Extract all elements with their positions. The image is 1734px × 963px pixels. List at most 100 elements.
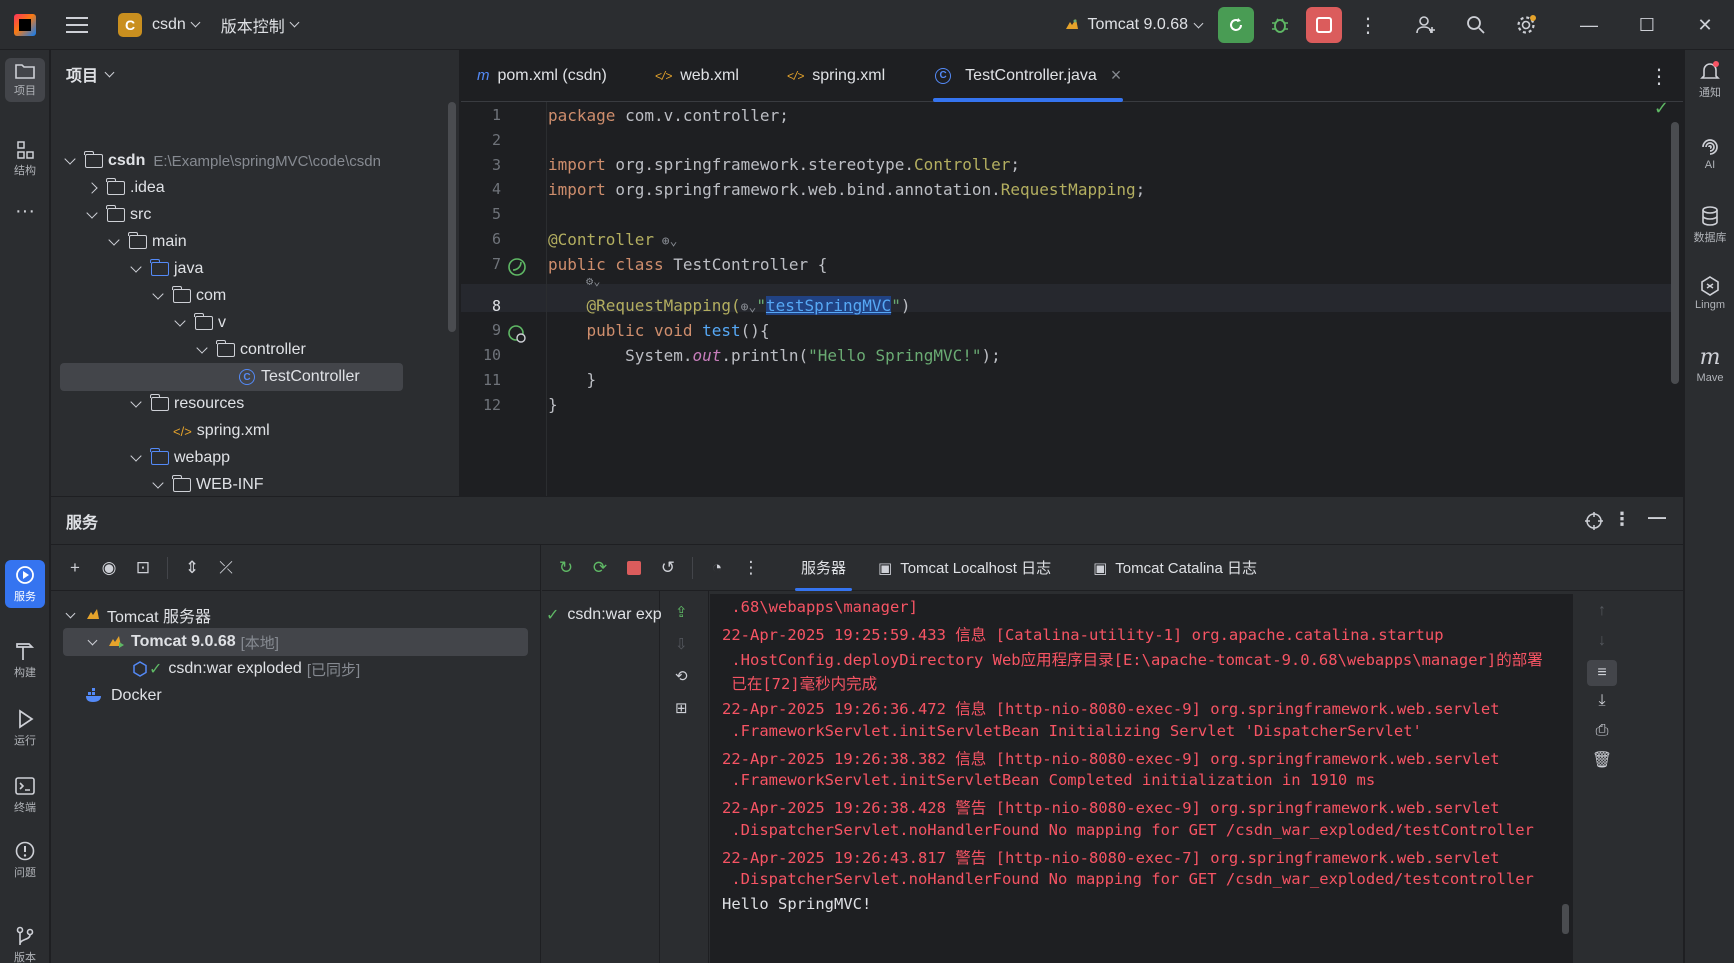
expand-arrow-icon[interactable] [63,608,77,618]
tool-structure[interactable]: 结构 [5,140,45,178]
search-button[interactable] [1458,7,1494,43]
tool-problems[interactable]: 问题 [5,840,45,880]
locate-icon[interactable] [1585,512,1603,530]
tool-services[interactable]: 服务 [5,560,45,608]
tree-node-v[interactable]: v [173,309,226,337]
tree-node-resources[interactable]: resources [129,390,244,418]
scroll-up-icon[interactable]: ↑ [1591,602,1613,620]
more-tools-icon[interactable]: ··· [5,200,45,223]
tool-project[interactable]: 项目 [5,58,45,102]
spring-bean-icon[interactable] [507,257,527,277]
expand-arrow-icon[interactable] [107,240,121,244]
expand-arrow-icon[interactable] [173,321,187,325]
console-tab-catalina-log[interactable]: ▣ Tomcat Catalina 日志 [1093,557,1257,578]
tree-node-src[interactable]: src [85,201,151,229]
restart-icon[interactable]: ↺ [658,558,678,578]
tool-maven[interactable]: m Mave [1690,345,1730,384]
console-tab-server[interactable]: 服务器 [787,545,860,591]
project-switcher[interactable]: csdn [152,16,201,34]
svc-node-tomcat-servers[interactable]: Tomcat 服务器 [63,601,211,629]
tree-node-web-inf[interactable]: WEB-INF [151,471,264,499]
console-scrollbar[interactable] [1562,904,1569,934]
rerun-server-icon[interactable]: ⟳ [590,558,610,578]
scroll-down-icon[interactable]: ↓ [1591,632,1613,650]
tree-node-com[interactable]: com [151,282,226,310]
print-icon[interactable]: ⎙ [1591,722,1613,740]
expand-arrow-icon[interactable] [151,483,165,487]
tree-node-testcontroller[interactable]: C TestController [239,363,360,391]
console-tab-localhost-log[interactable]: ▣ Tomcat Localhost 日志 [878,557,1051,578]
editor-scrollbar[interactable] [1671,122,1679,384]
svc-node-docker[interactable]: Docker [85,682,162,710]
deploy-icon[interactable]: ⇪ [675,603,688,621]
more-icon[interactable]: ⋮ [741,558,761,578]
refresh-icon[interactable]: ⟲ [675,667,688,685]
expand-all-icon[interactable]: ⇕ [182,558,202,578]
add-artifact-icon[interactable]: ⊞ [675,699,688,717]
tool-git[interactable]: 版本 [5,925,45,963]
main-menu-icon[interactable] [66,16,88,33]
svc-node-artifact[interactable]: ✓ csdn:war exploded [已同步] [131,655,360,683]
tool-run[interactable]: 运行 [5,708,45,748]
tool-build[interactable]: 构建 [5,640,45,680]
new-group-icon[interactable]: ⊡ [133,558,153,578]
tab-spring-xml[interactable]: </> spring.xml [771,50,901,102]
expand-arrow-icon[interactable] [195,348,209,352]
request-mapping-icon[interactable] [507,324,527,344]
inlay-hint-icon[interactable]: ⚙⌄ [586,274,600,288]
hide-panel-icon[interactable]: — [1648,507,1666,528]
expand-arrow-icon[interactable] [85,213,99,217]
vcs-menu[interactable]: 版本控制 [221,13,300,37]
console-output[interactable]: .68\webapps\manager] 22-Apr-2025 19:25:5… [710,594,1573,963]
debug-button[interactable] [1262,7,1298,43]
close-window-button[interactable]: ✕ [1676,0,1734,50]
tool-database[interactable]: 数据库 [1690,205,1730,245]
run-config-selector[interactable]: Tomcat 9.0.68 [1063,16,1204,34]
settings-button[interactable] [1508,7,1544,43]
project-panel-header[interactable]: 项目 [51,50,459,98]
tree-node-spring-xml[interactable]: </> spring.xml [173,417,270,445]
tree-node-java[interactable]: java [129,255,203,283]
rerun-button[interactable] [1218,7,1254,43]
stop-server-icon[interactable] [624,558,644,578]
undeploy-icon[interactable]: ⇩ [675,635,688,653]
collapse-all-icon[interactable]: ⤫ [216,558,236,578]
clear-all-icon[interactable]: 🗑 [1591,750,1613,770]
expand-arrow-icon[interactable] [63,159,77,163]
tree-node-csdn[interactable]: csdn E:\Example\springMVC\code\csdn [63,147,381,175]
project-scrollbar[interactable] [448,102,456,332]
project-badge[interactable]: C [118,12,142,37]
expand-arrow-icon[interactable] [85,635,99,645]
add-service-icon[interactable]: + [65,558,85,578]
eye-icon[interactable]: ◉ [99,558,119,578]
panel-options-icon[interactable]: ⋮ [1613,509,1631,530]
update-app-icon[interactable]: ↻ [556,558,576,578]
soft-wrap-icon[interactable]: ≡ [1587,660,1617,686]
scroll-to-end-icon[interactable]: ⤓ [1591,692,1613,710]
svc-node-tomcat-9[interactable]: Tomcat 9.0.68 [本地] [85,628,279,656]
expand-arrow-icon[interactable] [129,267,143,271]
tool-lingma[interactable]: Lingm [1690,275,1730,311]
tree-node-controller[interactable]: controller [195,336,306,364]
collapse-arrow-icon[interactable] [85,184,99,192]
tab-actions-icon[interactable]: ⋮ [1649,64,1669,89]
deployment-item[interactable]: ✓ csdn:war exp [546,601,662,629]
tree-node-main[interactable]: main [107,228,187,256]
expand-arrow-icon[interactable] [129,456,143,460]
tab-pom-xml[interactable]: m pom.xml (csdn) [461,50,623,102]
web-endpoint-icon[interactable]: ⊕⌄ [741,300,757,315]
expand-arrow-icon[interactable] [151,294,165,298]
close-tab-icon[interactable]: × [1111,65,1122,86]
tab-testcontroller-java[interactable]: C TestController.java × [919,50,1137,102]
stop-button[interactable] [1306,7,1342,43]
tool-terminal[interactable]: 终端 [5,775,45,815]
web-endpoint-icon[interactable]: ⊕⌄ [654,234,678,249]
add-user-button[interactable] [1408,7,1444,43]
no-problems-check-icon[interactable]: ✓ [1654,98,1669,119]
tree-node-idea[interactable]: .idea [85,174,165,202]
maximize-button[interactable]: ☐ [1618,0,1676,50]
minimize-button[interactable]: — [1560,0,1618,50]
tool-notifications[interactable]: 通知 [1690,60,1730,100]
tab-web-xml[interactable]: </> web.xml [639,50,755,102]
tree-node-webapp[interactable]: webapp [129,444,230,472]
